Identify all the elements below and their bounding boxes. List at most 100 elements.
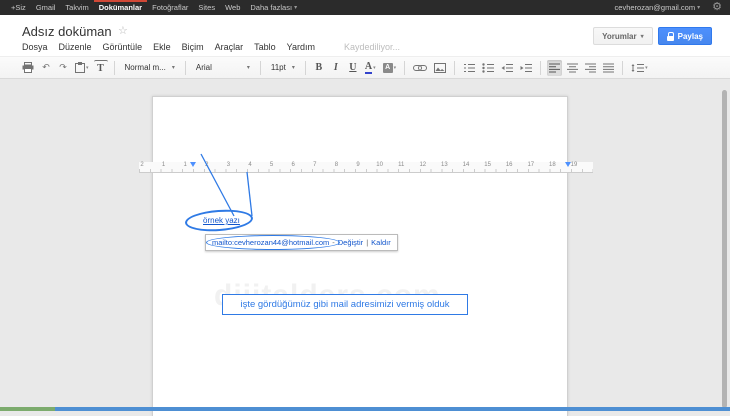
font-dropdown[interactable]: Arial▾: [192, 60, 254, 76]
chevron-down-icon: ▾: [247, 64, 250, 71]
menu-goruntule[interactable]: Görüntüle: [103, 42, 143, 52]
menu-araclar[interactable]: Araçlar: [215, 42, 244, 52]
topbar-link-more[interactable]: Daha fazlası▾: [245, 0, 302, 15]
doc-title[interactable]: Adsız doküman: [22, 24, 112, 39]
font-size-value: 11pt: [271, 63, 286, 72]
link-bubble: mailto:cevherozan44@hotmail.com - Değişt…: [205, 234, 398, 251]
link-icon: [413, 64, 427, 72]
lock-icon: [667, 32, 674, 41]
toolbar-separator: [622, 61, 623, 75]
chevron-down-icon: ▾: [697, 4, 700, 11]
menu-bicim[interactable]: Biçim: [182, 42, 204, 52]
topbar-link-gmail[interactable]: Gmail: [31, 0, 61, 15]
line-spacing-button[interactable]: ▾: [629, 60, 650, 76]
toolbar-separator: [540, 61, 541, 75]
redo-button[interactable]: ↷: [56, 60, 70, 76]
numbered-list-button[interactable]: [461, 60, 477, 76]
toolbar-separator: [454, 61, 455, 75]
share-button[interactable]: Paylaş: [658, 27, 712, 45]
comments-button[interactable]: Yorumlar▾: [593, 27, 653, 45]
topbar-link-siz[interactable]: +Siz: [6, 0, 31, 15]
indent-icon: [520, 63, 532, 73]
menubar: Dosya Düzenle Görüntüle Ekle Biçim Araçl…: [22, 42, 400, 52]
toolbar-separator: [185, 61, 186, 75]
bubble-separator: -: [332, 238, 335, 247]
align-justify-icon: [603, 63, 614, 73]
chevron-down-icon: ▾: [373, 65, 376, 71]
ruler-number: 17: [525, 162, 537, 168]
print-button[interactable]: [20, 60, 36, 76]
account-menu[interactable]: cevherozan@gmail.com▾: [610, 0, 706, 15]
chevron-down-icon: ▾: [641, 33, 644, 40]
chevron-down-icon: ▾: [86, 65, 89, 71]
menu-tablo[interactable]: Tablo: [254, 42, 276, 52]
ruler-number: 1: [158, 162, 170, 168]
toolbar-separator: [260, 61, 261, 75]
topbar-link-takvim[interactable]: Takvim: [60, 0, 93, 15]
menu-duzenle[interactable]: Düzenle: [59, 42, 92, 52]
vertical-scrollbar[interactable]: [722, 90, 727, 408]
bubble-url-link[interactable]: mailto:cevherozan44@hotmail.com: [212, 238, 329, 247]
document-area: 2112345678910111213141516171819 dijitald…: [0, 79, 730, 411]
align-left-button[interactable]: [547, 60, 562, 76]
document-page[interactable]: dijitalders.com: [152, 96, 568, 416]
insert-image-button[interactable]: [432, 60, 448, 76]
undo-icon: ↶: [42, 62, 50, 73]
menu-yardim[interactable]: Yardım: [287, 42, 315, 52]
align-right-button[interactable]: [583, 60, 598, 76]
chevron-down-icon: ▾: [394, 65, 397, 71]
align-left-icon: [549, 63, 560, 73]
gear-icon[interactable]: ⚙: [712, 2, 722, 13]
highlight-icon: A: [383, 63, 393, 73]
align-right-icon: [585, 63, 596, 73]
chevron-down-icon: ▾: [645, 65, 648, 71]
topbar-link-web[interactable]: Web: [220, 0, 245, 15]
align-center-button[interactable]: [565, 60, 580, 76]
ruler-number: 10: [374, 162, 386, 168]
bold-button[interactable]: B: [312, 60, 326, 76]
ruler-number: 14: [460, 162, 472, 168]
ruler-number: 7: [309, 162, 321, 168]
ruler-number: 2: [136, 162, 148, 168]
italic-button[interactable]: I: [329, 60, 343, 76]
menu-dosya[interactable]: Dosya: [22, 42, 48, 52]
styles-dropdown[interactable]: Normal m...▾: [121, 60, 179, 76]
insert-link-button[interactable]: [411, 60, 429, 76]
bullet-list-button[interactable]: [480, 60, 496, 76]
highlight-color-button[interactable]: A▾: [381, 60, 399, 76]
image-icon: [434, 63, 446, 73]
text-color-button[interactable]: A▾: [363, 60, 378, 76]
document-hyperlink[interactable]: örnek yazı: [203, 216, 240, 225]
more-label: Daha fazlası: [250, 3, 292, 12]
ruler-number: 6: [287, 162, 299, 168]
paint-format-button[interactable]: T: [94, 60, 108, 76]
align-justify-button[interactable]: [601, 60, 616, 76]
align-center-icon: [567, 63, 578, 73]
topbar-link-sites[interactable]: Sites: [193, 0, 220, 15]
redo-icon: ↷: [59, 62, 67, 73]
paste-format-button[interactable]: ▾: [73, 60, 91, 76]
underline-button[interactable]: U: [346, 60, 360, 76]
text-color-icon: A: [365, 62, 372, 74]
topbar-link-fotograflar[interactable]: Fotoğraflar: [147, 0, 193, 15]
ruler-number: 15: [482, 162, 494, 168]
print-icon: [22, 62, 34, 73]
bubble-remove-link[interactable]: Kaldır: [371, 238, 391, 247]
progress-remaining-segment: [55, 407, 730, 411]
toolbar-separator: [114, 61, 115, 75]
save-status: Kaydediliyor...: [344, 42, 400, 52]
ruler: 2112345678910111213141516171819: [139, 162, 593, 173]
topbar-links: +Siz Gmail Takvim Dokümanlar Fotoğraflar…: [0, 0, 302, 15]
bubble-change-link[interactable]: Değiştir: [338, 238, 363, 247]
indent-button[interactable]: [518, 60, 534, 76]
star-icon[interactable]: ☆: [118, 24, 128, 37]
topbar-link-dokumanlar[interactable]: Dokümanlar: [94, 0, 147, 15]
font-size-dropdown[interactable]: 11pt▾: [267, 60, 299, 76]
outdent-button[interactable]: [499, 60, 515, 76]
video-progress-bar[interactable]: [0, 407, 730, 411]
ruler-number: 1: [179, 162, 191, 168]
ruler-number: 8: [330, 162, 342, 168]
menu-ekle[interactable]: Ekle: [153, 42, 171, 52]
bullet-list-icon: [482, 63, 494, 73]
undo-button[interactable]: ↶: [39, 60, 53, 76]
